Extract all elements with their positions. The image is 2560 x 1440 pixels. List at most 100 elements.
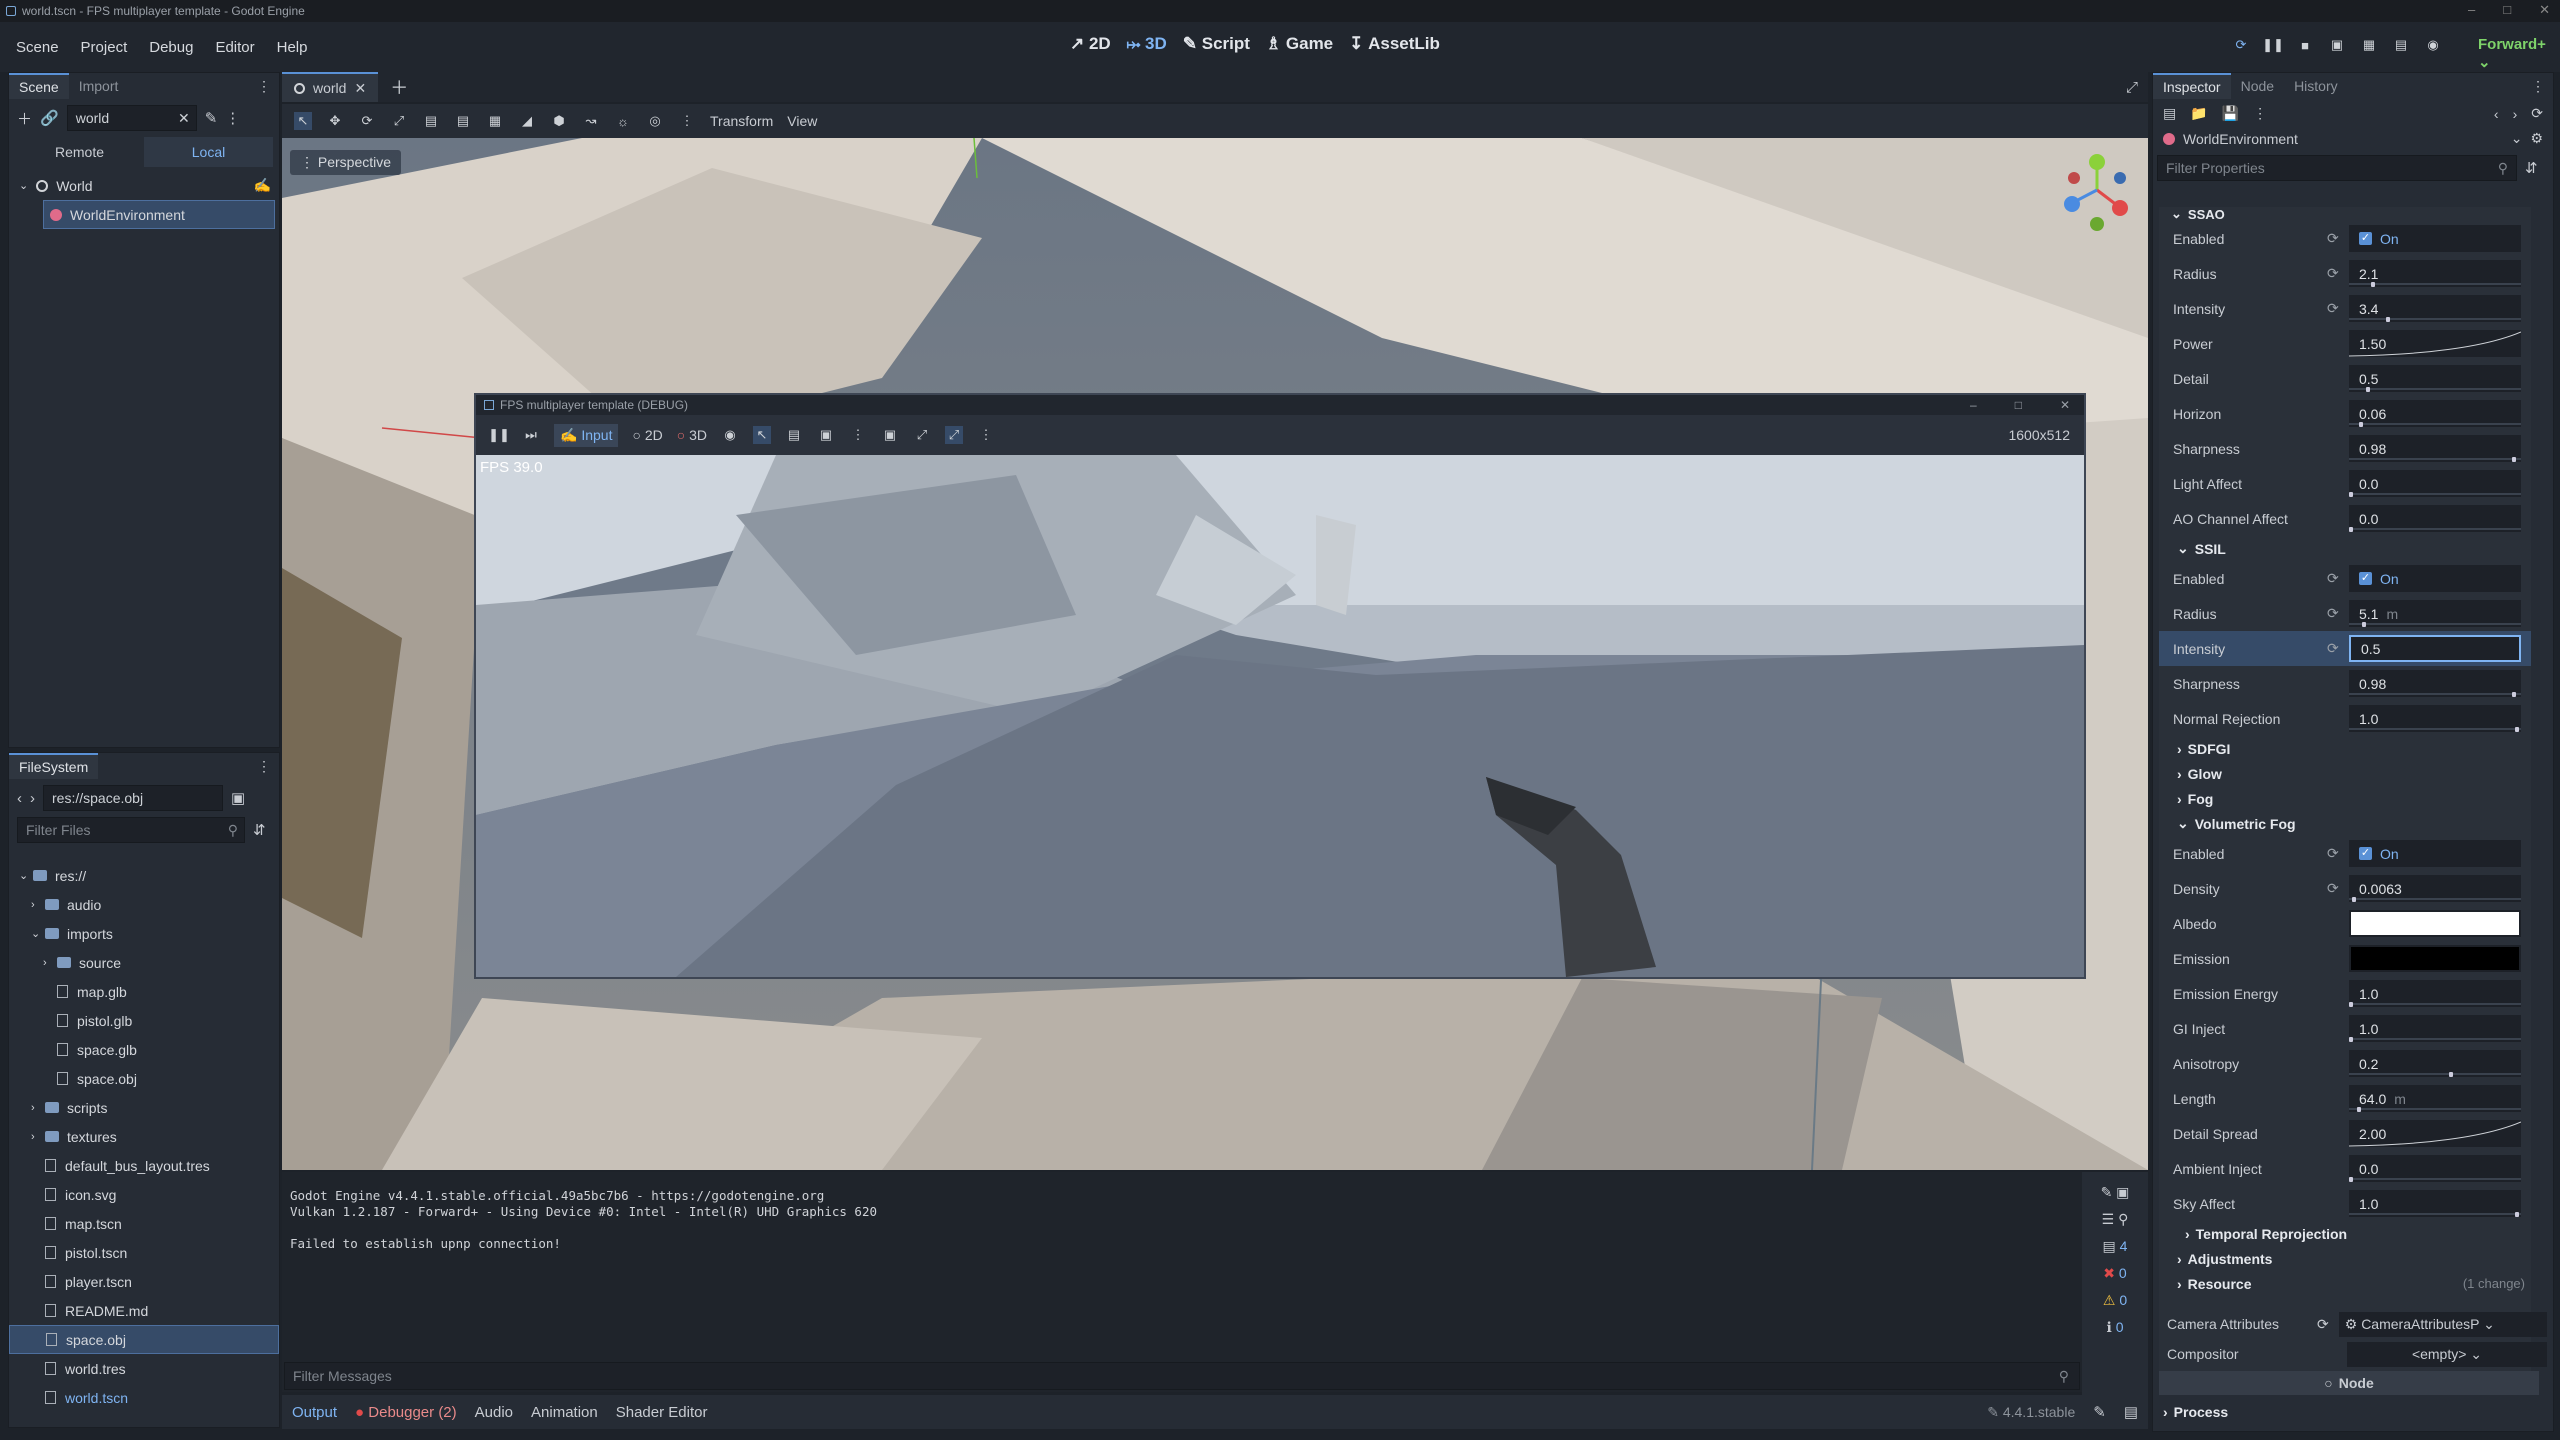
scene-tree-menu-icon[interactable]: ⋮ xyxy=(225,109,240,127)
property-value[interactable]: 0.98 xyxy=(2349,670,2521,697)
link-icon[interactable]: 🔗 xyxy=(40,109,59,127)
visibility-icon[interactable]: ◉ xyxy=(721,426,739,444)
pause-icon[interactable]: ❚❚ xyxy=(488,426,510,444)
file-item[interactable]: world.tres xyxy=(9,1354,279,1383)
menu-debug[interactable]: Debug xyxy=(149,39,193,56)
minimize-icon[interactable]: – xyxy=(1970,398,1977,412)
revert-icon[interactable]: ⟳ xyxy=(2327,845,2339,862)
open-folder-icon[interactable]: 📁 xyxy=(2190,105,2207,122)
revert-icon[interactable]: ⟳ xyxy=(2327,880,2339,897)
view-menu[interactable]: View xyxy=(787,113,817,129)
property-value[interactable]: 2.1 xyxy=(2349,260,2521,287)
revert-icon[interactable]: ⟳ xyxy=(2327,230,2339,247)
inspector-menu-icon[interactable]: ⋮ xyxy=(2531,78,2553,95)
object-history-icon[interactable]: ⟳ xyxy=(2531,105,2543,122)
property-value[interactable]: 64.0 m xyxy=(2349,1085,2521,1112)
revert-icon[interactable]: ⟳ xyxy=(2327,640,2339,657)
remote-debug-icon[interactable]: ▣ xyxy=(2328,36,2346,54)
group-icon[interactable]: ▦ xyxy=(486,112,504,130)
property-value[interactable]: 1.0 xyxy=(2349,1015,2521,1042)
frame-icon[interactable]: ▣ xyxy=(881,426,899,444)
remote-tab[interactable]: Remote xyxy=(15,137,144,167)
movie-maker-icon[interactable]: ◉ xyxy=(2424,36,2442,54)
path-input[interactable]: res://space.obj xyxy=(43,785,223,811)
folder-item[interactable]: ⌄ res:// xyxy=(9,861,279,890)
checkbox-icon[interactable]: ✓ xyxy=(2359,847,2372,860)
more-options-icon[interactable]: ⋮ xyxy=(849,426,867,444)
back-icon[interactable]: ‹ xyxy=(17,790,22,807)
property-value[interactable] xyxy=(2349,910,2521,937)
property-value[interactable]: 0.0063 xyxy=(2349,875,2521,902)
camera-icon[interactable]: ▣ xyxy=(817,426,835,444)
view-gizmo[interactable] xyxy=(2062,152,2132,234)
select-tool-icon[interactable]: ↖ xyxy=(294,112,312,130)
game-menu-icon[interactable]: ⋮ xyxy=(977,426,995,444)
section-process[interactable]: › Process xyxy=(2153,1399,2228,1424)
history-forward-icon[interactable]: › xyxy=(2513,106,2518,122)
property-options-icon[interactable]: ⇵ xyxy=(2525,159,2538,177)
property-value[interactable]: 2.00 xyxy=(2349,1120,2521,1147)
node-world[interactable]: ⌄ World ✍ xyxy=(13,171,275,200)
more-options-icon[interactable]: ⋮ xyxy=(2253,105,2267,122)
node-worldenvironment[interactable]: WorldEnvironment xyxy=(43,200,275,229)
warning-count[interactable]: ⚠ 0 xyxy=(2103,1292,2127,1309)
property-value[interactable]: 0.5 xyxy=(2349,365,2521,392)
reload-icon[interactable]: ⟳ xyxy=(2232,36,2250,54)
section-fog[interactable]: › Fog xyxy=(2159,786,2531,811)
minimize-icon[interactable]: – xyxy=(2468,2,2475,18)
snap-icon[interactable]: ↝ xyxy=(582,112,600,130)
tab-import[interactable]: Import xyxy=(69,74,129,98)
lock-icon[interactable]: ▤ xyxy=(454,112,472,130)
rotate-tool-icon[interactable]: ⟳ xyxy=(358,112,376,130)
sort-icon[interactable]: ⇵ xyxy=(253,821,266,839)
revert-icon[interactable]: ⟳ xyxy=(2327,605,2339,622)
dropdown-icon[interactable]: ⌄ xyxy=(2511,130,2523,147)
search-icon[interactable]: ☰ ⚲ xyxy=(2102,1211,2129,1228)
property-value[interactable]: 0.0 xyxy=(2349,1155,2521,1182)
mode-script[interactable]: ✎ Script xyxy=(1183,34,1250,54)
list-select-icon[interactable]: ▤ xyxy=(422,112,440,130)
perspective-button[interactable]: ⋮ Perspective xyxy=(290,150,402,175)
fit-icon[interactable]: ⤢ xyxy=(913,426,931,444)
expand-arrow-icon[interactable]: › xyxy=(31,1131,45,1143)
folder-item[interactable]: ⌄ imports xyxy=(9,919,279,948)
scale-tool-icon[interactable]: ⤢ xyxy=(390,112,408,130)
section-glow[interactable]: › Glow xyxy=(2159,761,2531,786)
scene-filter-input[interactable]: world ✕ xyxy=(66,105,197,131)
scene-dock-menu-icon[interactable]: ⋮ xyxy=(257,78,279,95)
new-resource-icon[interactable]: ▤ xyxy=(2163,105,2176,122)
filter-properties-input[interactable]: Filter Properties ⚲ xyxy=(2157,155,2517,181)
property-value[interactable] xyxy=(2349,945,2521,972)
folder-item[interactable]: › scripts xyxy=(9,1093,279,1122)
add-node-icon[interactable]: ＋ xyxy=(17,108,32,129)
section-sdfgi[interactable]: › SDFGI xyxy=(2159,736,2531,761)
property-value[interactable]: ✓ On xyxy=(2349,225,2521,252)
folder-item[interactable]: › audio xyxy=(9,890,279,919)
property-value[interactable]: 0.5 xyxy=(2349,635,2521,662)
maximize-icon[interactable]: □ xyxy=(2015,398,2022,412)
revert-icon[interactable]: ⟳ xyxy=(2327,265,2339,282)
maximize-icon[interactable]: □ xyxy=(2503,2,2511,18)
revert-icon[interactable]: ⟳ xyxy=(2327,570,2339,587)
ruler-icon[interactable]: ◢ xyxy=(518,112,536,130)
tab-history[interactable]: History xyxy=(2284,74,2348,98)
file-item[interactable]: space.obj xyxy=(9,1064,279,1093)
run-scene-icon[interactable]: ▦ xyxy=(2360,36,2378,54)
section-adjustments[interactable]: › Adjustments xyxy=(2159,1246,2531,1271)
expand-arrow-icon[interactable]: › xyxy=(31,1102,45,1114)
script-attach-icon[interactable]: ✎ xyxy=(205,109,218,127)
section-volumetric-fog[interactable]: ⌄ Volumetric Fog xyxy=(2159,811,2531,836)
filter-files-input[interactable]: Filter Files ⚲ xyxy=(17,817,245,843)
property-value[interactable]: 1.50 xyxy=(2349,330,2521,357)
script-icon[interactable]: ✍ xyxy=(254,177,271,194)
file-item[interactable]: pistol.glb xyxy=(9,1006,279,1035)
expand-arrow-icon[interactable]: › xyxy=(31,899,45,911)
file-item[interactable]: space.obj xyxy=(9,1325,279,1354)
scene-tab-world[interactable]: world ✕ xyxy=(282,72,379,102)
camera-attributes-value[interactable]: ⚙ CameraAttributesP ⌄ xyxy=(2338,1311,2547,1337)
revert-icon[interactable]: ⟳ xyxy=(2317,1316,2329,1333)
property-value[interactable]: ✓ On xyxy=(2349,565,2521,592)
menu-editor[interactable]: Editor xyxy=(215,39,254,56)
log-count[interactable]: ▤ 4 xyxy=(2103,1238,2128,1255)
menu-project[interactable]: Project xyxy=(81,39,128,56)
